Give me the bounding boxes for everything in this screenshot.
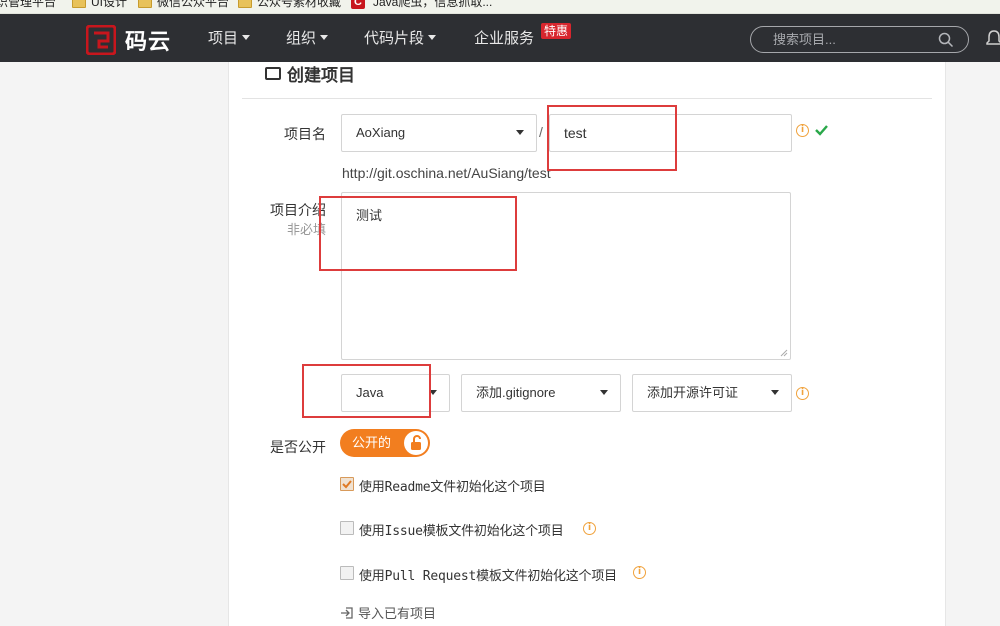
license-select[interactable]: 添加开源许可证 bbox=[632, 374, 792, 412]
nav-item-enterprise[interactable]: 企业服务 bbox=[474, 14, 534, 62]
nav-item-orgs[interactable]: 组织 bbox=[286, 14, 329, 62]
repo-icon bbox=[265, 66, 281, 80]
gitee-logo-icon bbox=[86, 25, 116, 55]
pr-template-checkbox[interactable] bbox=[340, 566, 354, 580]
page-title: 创建项目 bbox=[265, 62, 355, 85]
search-icon[interactable] bbox=[938, 32, 954, 48]
bookmark-item[interactable]: 公众号素材收藏 bbox=[238, 0, 341, 9]
issue-template-checkbox[interactable] bbox=[340, 521, 354, 535]
import-project-link[interactable]: 导入已有项目 bbox=[340, 603, 436, 622]
bookmark-item[interactable]: 识管理平台 bbox=[0, 0, 56, 9]
annotation-box bbox=[547, 105, 677, 171]
bookmark-item[interactable]: C Java爬虫，信息抓取... bbox=[351, 0, 492, 9]
unlock-icon bbox=[411, 435, 421, 450]
nav-item-snippets[interactable]: 代码片段 bbox=[364, 14, 437, 62]
project-name-label: 项目名 bbox=[284, 126, 326, 142]
caret-down-icon bbox=[516, 130, 524, 135]
path-separator: / bbox=[539, 124, 543, 140]
search-input[interactable] bbox=[773, 30, 933, 49]
gitignore-select[interactable]: 添加.gitignore bbox=[461, 374, 621, 412]
issue-template-label[interactable]: 使用Issue模板文件初始化这个项目 bbox=[359, 520, 564, 539]
info-icon[interactable]: i bbox=[796, 124, 809, 137]
top-navbar: 码云 项目 组织 代码片段 企业服务 特惠 bbox=[0, 14, 1000, 62]
toggle-knob bbox=[404, 431, 428, 455]
caret-down-icon bbox=[600, 390, 608, 395]
divider bbox=[242, 98, 932, 99]
check-icon bbox=[815, 125, 828, 136]
annotation-box bbox=[319, 196, 517, 271]
bell-icon[interactable] bbox=[986, 30, 1000, 48]
readme-checkbox[interactable] bbox=[340, 477, 354, 491]
check-icon bbox=[342, 480, 352, 489]
resize-grip-icon[interactable] bbox=[780, 349, 788, 357]
nav-item-projects[interactable]: 项目 bbox=[208, 14, 251, 62]
description-label: 项目介绍 bbox=[270, 202, 326, 218]
search-box bbox=[750, 26, 969, 53]
visibility-label: 是否公开 bbox=[270, 439, 326, 455]
logo[interactable]: 码云 bbox=[86, 24, 171, 56]
readme-option-label[interactable]: 使用Readme文件初始化这个项目 bbox=[359, 476, 546, 495]
csdn-icon: C bbox=[351, 0, 365, 9]
visibility-toggle[interactable]: 公开的 bbox=[340, 429, 430, 457]
caret-down-icon bbox=[428, 35, 437, 40]
caret-down-icon bbox=[771, 390, 779, 395]
caret-down-icon bbox=[320, 35, 329, 40]
info-icon[interactable]: i bbox=[583, 522, 596, 535]
project-url: http://git.oschina.net/AuSiang/test bbox=[342, 165, 551, 181]
logo-text: 码云 bbox=[125, 29, 172, 54]
info-icon[interactable]: i bbox=[796, 387, 809, 400]
bookmark-item[interactable]: 微信公众平台 bbox=[138, 0, 229, 9]
owner-select[interactable]: AoXiang bbox=[341, 114, 537, 152]
folder-icon bbox=[72, 0, 86, 8]
info-icon[interactable]: i bbox=[633, 566, 646, 579]
import-icon bbox=[341, 606, 353, 619]
bookmarks-bar: 识管理平台 UI设计 微信公众平台 公众号素材收藏 C Java爬虫，信息抓取.… bbox=[0, 0, 1000, 14]
promo-badge: 特惠 bbox=[541, 23, 572, 39]
annotation-box bbox=[302, 364, 431, 418]
bookmark-item[interactable]: UI设计 bbox=[72, 0, 127, 9]
folder-icon bbox=[138, 0, 152, 8]
folder-icon bbox=[238, 0, 252, 8]
optional-hint: 非必填 bbox=[286, 222, 326, 237]
caret-down-icon bbox=[242, 35, 251, 40]
pr-template-label[interactable]: 使用Pull Request模板文件初始化这个项目 bbox=[359, 565, 617, 584]
